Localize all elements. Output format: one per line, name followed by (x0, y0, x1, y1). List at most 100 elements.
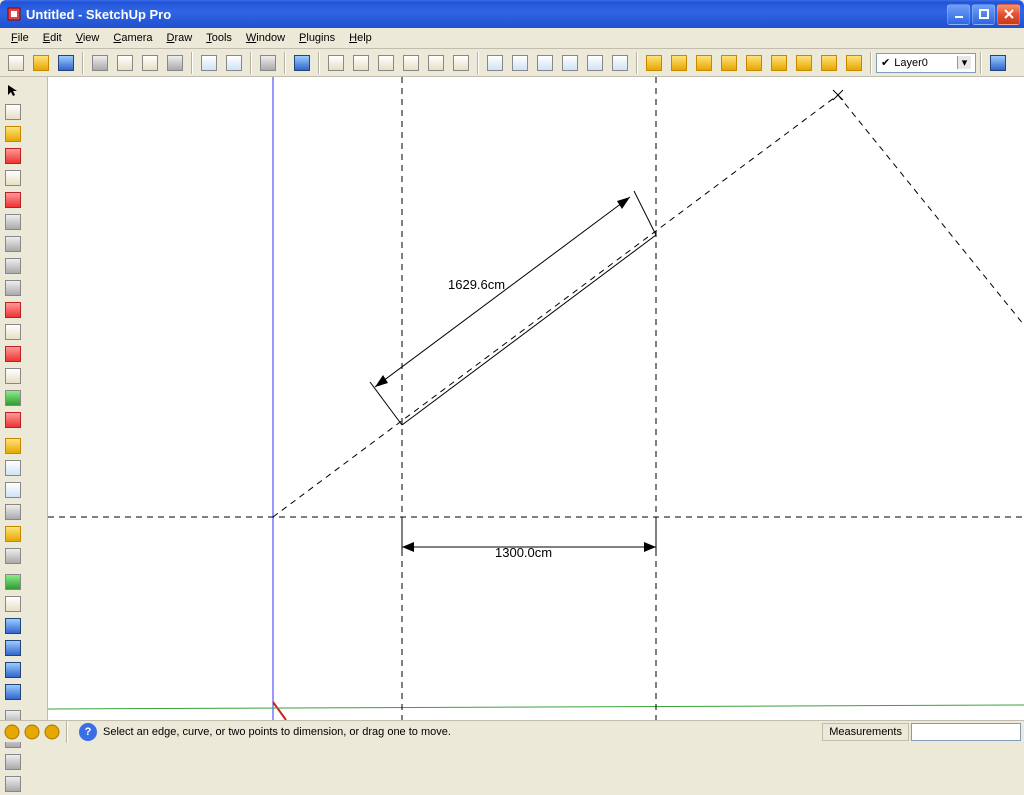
shadow-button-7[interactable] (792, 51, 816, 75)
measurements-field[interactable] (911, 723, 1021, 741)
wireframe-button[interactable] (508, 51, 532, 75)
tape-tool[interactable] (2, 435, 24, 457)
freehand-tool[interactable] (2, 277, 24, 299)
menu-draw[interactable]: Draw (160, 30, 200, 46)
menubar: File Edit View Camera Draw Tools Window … (0, 28, 1024, 49)
component-tool[interactable] (2, 101, 24, 123)
zoom-extents-tool[interactable] (2, 659, 24, 681)
maximize-button[interactable] (972, 4, 995, 25)
print-button[interactable] (256, 51, 280, 75)
right-view-button[interactable] (399, 51, 423, 75)
pan-tool[interactable] (2, 593, 24, 615)
help-icon[interactable]: ? (79, 723, 97, 741)
dimension-diagonal[interactable]: 1629.6cm (370, 191, 656, 425)
menu-tools[interactable]: Tools (199, 30, 239, 46)
shadow-button-6[interactable] (767, 51, 791, 75)
zoom-tool[interactable] (2, 615, 24, 637)
status-indicator-1[interactable] (3, 723, 21, 741)
shadow-button-1[interactable] (642, 51, 666, 75)
menu-camera[interactable]: Camera (106, 30, 159, 46)
new-button[interactable] (4, 51, 28, 75)
protractor-tool[interactable] (2, 479, 24, 501)
status-hint: Select an edge, curve, or two points to … (103, 726, 822, 738)
text-tool[interactable] (2, 501, 24, 523)
shadow-button-8[interactable] (817, 51, 841, 75)
save-button[interactable] (54, 51, 78, 75)
shadow-button-9[interactable] (842, 51, 866, 75)
section-tool[interactable] (2, 773, 24, 795)
xray-button[interactable] (483, 51, 507, 75)
move-tool[interactable] (2, 299, 24, 321)
shadow-button-2[interactable] (667, 51, 691, 75)
menu-help[interactable]: Help (342, 30, 379, 46)
window-controls (947, 4, 1020, 25)
shadow-button-5[interactable] (742, 51, 766, 75)
close-button[interactable] (997, 4, 1020, 25)
followme-tool[interactable] (2, 365, 24, 387)
line-tool[interactable] (2, 189, 24, 211)
zoom-window-tool[interactable] (2, 637, 24, 659)
separator (250, 52, 252, 74)
select-tool[interactable] (2, 79, 24, 101)
dimension-horizontal[interactable]: 1300.0cm (402, 517, 656, 560)
layer-selector[interactable]: ✔ Layer0 ▾ (876, 53, 976, 73)
dimension-horizontal-label: 1300.0cm (495, 545, 552, 560)
top-view-button[interactable] (349, 51, 373, 75)
axis-green (48, 705, 1024, 709)
offset-tool[interactable] (2, 409, 24, 431)
arc-tool[interactable] (2, 233, 24, 255)
delete-button[interactable] (163, 51, 187, 75)
shadow-button-4[interactable] (717, 51, 741, 75)
walk-tool[interactable] (2, 751, 24, 773)
eraser-tool[interactable] (2, 145, 24, 167)
polygon-tool[interactable] (2, 255, 24, 277)
separator (318, 52, 320, 74)
tool-palette (0, 77, 48, 720)
workarea: 1629.6cm 1300.0cm (0, 77, 1024, 720)
menu-view[interactable]: View (69, 30, 107, 46)
minimize-button[interactable] (947, 4, 970, 25)
status-indicator-2[interactable] (23, 723, 41, 741)
scale-tool[interactable] (2, 387, 24, 409)
dimension-diagonal-label: 1629.6cm (448, 277, 505, 292)
statusbar: ? Select an edge, curve, or two points t… (0, 720, 1024, 742)
rectangle-tool[interactable] (2, 167, 24, 189)
pushpull-tool[interactable] (2, 321, 24, 343)
titlebar: Untitled - SketchUp Pro (0, 0, 1024, 28)
drawing-canvas[interactable]: 1629.6cm 1300.0cm (48, 77, 1024, 720)
circle-tool[interactable] (2, 211, 24, 233)
menu-window[interactable]: Window (239, 30, 292, 46)
guide-diag-right (838, 95, 1024, 325)
axes-tool[interactable] (2, 523, 24, 545)
3dtext-tool[interactable] (2, 545, 24, 567)
separator (870, 52, 872, 74)
menu-plugins[interactable]: Plugins (292, 30, 342, 46)
copy-button[interactable] (113, 51, 137, 75)
menu-file[interactable]: File (4, 30, 36, 46)
iso-view-button[interactable] (324, 51, 348, 75)
paste-button[interactable] (138, 51, 162, 75)
left-view-button[interactable] (449, 51, 473, 75)
front-view-button[interactable] (374, 51, 398, 75)
previous-view-tool[interactable] (2, 681, 24, 703)
model-info-button[interactable] (290, 51, 314, 75)
orbit-tool[interactable] (2, 571, 24, 593)
rotate-tool[interactable] (2, 343, 24, 365)
redo-button[interactable] (222, 51, 246, 75)
layer-manager-button[interactable] (986, 51, 1010, 75)
back-view-button[interactable] (424, 51, 448, 75)
separator (477, 52, 479, 74)
cut-button[interactable] (88, 51, 112, 75)
open-button[interactable] (29, 51, 53, 75)
shaded-button[interactable] (558, 51, 582, 75)
chevron-down-icon: ▾ (957, 56, 971, 69)
undo-button[interactable] (197, 51, 221, 75)
shaded-texture-button[interactable] (583, 51, 607, 75)
menu-edit[interactable]: Edit (36, 30, 69, 46)
shadow-button-3[interactable] (692, 51, 716, 75)
dimension-tool[interactable] (2, 457, 24, 479)
monochrome-button[interactable] (608, 51, 632, 75)
status-indicator-3[interactable] (43, 723, 61, 741)
paint-tool[interactable] (2, 123, 24, 145)
hidden-line-button[interactable] (533, 51, 557, 75)
